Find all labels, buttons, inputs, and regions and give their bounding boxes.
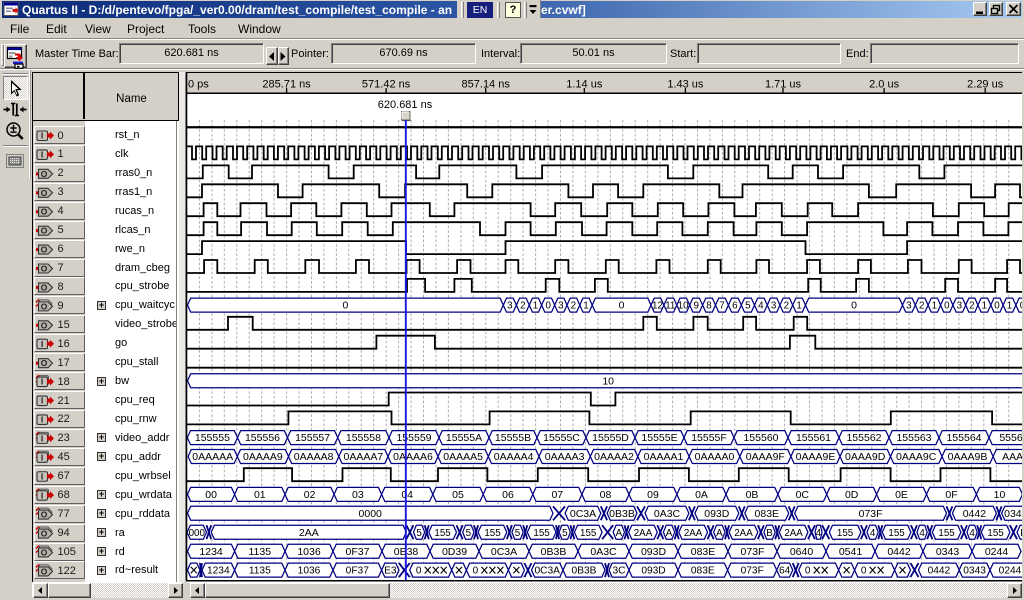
svg-text:I: I [41,377,43,387]
svg-text:I: I [41,471,43,481]
svg-text:O: O [41,226,48,236]
svg-text:I: I [41,415,43,425]
svg-text:I: I [41,131,43,141]
svg-text:O: O [41,566,48,576]
svg-text:O: O [41,188,48,198]
svg-text:I: I [41,150,43,160]
svg-text:O: O [41,320,48,330]
svg-text:I: I [41,452,43,462]
svg-text:O: O [41,264,48,274]
svg-text:O: O [41,301,48,311]
svg-text:O: O [41,169,48,179]
svg-text:I: I [41,339,43,349]
svg-text:O: O [41,510,48,520]
svg-text:O: O [41,529,48,539]
svg-text:I: I [41,396,43,406]
svg-text:O: O [41,547,48,557]
svg-text:O: O [41,245,48,255]
svg-text:I: I [41,490,43,500]
svg-text:O: O [41,282,48,292]
svg-text:O: O [41,207,48,217]
svg-text:O: O [41,358,48,368]
svg-text:I: I [41,433,43,443]
